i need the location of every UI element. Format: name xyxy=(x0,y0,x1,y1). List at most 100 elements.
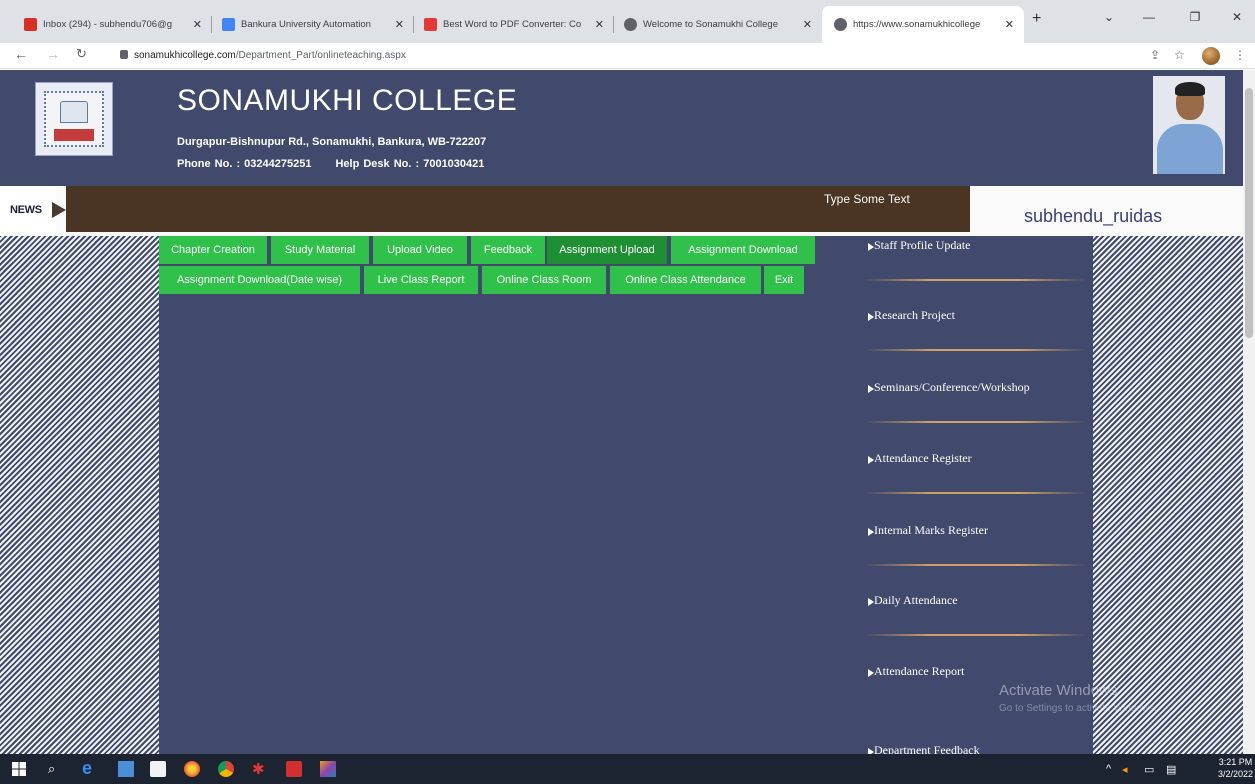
browser-tab-welcome[interactable]: Welcome to Sonamukhi College ✕ xyxy=(614,6,822,43)
tab-title: Best Word to PDF Converter: Co xyxy=(443,19,582,30)
close-tab-icon[interactable]: ✕ xyxy=(193,18,202,31)
news-ticker-text: Type Some Text xyxy=(824,192,910,206)
photo-shirt xyxy=(1157,124,1223,174)
sidebar-divider xyxy=(864,349,1086,351)
sidebar-item-label: Attendance Report xyxy=(874,664,965,678)
sidebar-item-label: Internal Marks Register xyxy=(874,523,988,537)
browser-tab-bankura[interactable]: Bankura University Automation ✕ xyxy=(212,6,414,43)
logo-ribbon xyxy=(54,129,94,141)
edge-icon[interactable]: e xyxy=(82,758,98,778)
right-sidebar: Staff Profile Update Research Project Se… xyxy=(858,236,1093,754)
browser-tab-active[interactable]: https://www.sonamukhicollege ✕ xyxy=(824,6,1024,43)
menu-feedback[interactable]: Feedback xyxy=(471,236,545,264)
sidebar-item-label: Daily Attendance xyxy=(874,593,958,607)
close-tab-icon[interactable]: ✕ xyxy=(1005,18,1014,31)
lock-icon xyxy=(120,50,128,59)
site-favicon-icon xyxy=(834,18,847,31)
menu-assignment-download-date-wise[interactable]: Assignment Download(Date wise) xyxy=(159,266,360,294)
search-icon[interactable]: ⌕ xyxy=(48,761,64,777)
logged-in-username: subhendu_ruidas xyxy=(1024,206,1163,226)
helpdesk-number: Help Desk No. : 7001030421 xyxy=(335,158,485,170)
sidebar-item-staff-profile-update[interactable]: Staff Profile Update xyxy=(858,236,1093,308)
bookmark-star-icon[interactable]: ☆ xyxy=(1174,48,1185,62)
restore-icon[interactable]: ❐ xyxy=(1180,4,1210,30)
sidebar-item-research-project[interactable]: Research Project xyxy=(858,306,1093,378)
back-icon[interactable]: ← xyxy=(14,46,28,62)
menu-exit[interactable]: Exit xyxy=(764,266,804,294)
url-path: /Department_Part/onlineteaching.aspx xyxy=(235,50,406,61)
winrar-icon[interactable] xyxy=(320,761,336,777)
activate-windows-title: Activate Windows xyxy=(999,682,1118,699)
volume-icon[interactable]: ◂ xyxy=(1122,763,1128,776)
sidebar-divider xyxy=(864,421,1086,423)
news-arrow-icon xyxy=(52,202,66,218)
activate-windows-subtitle: Go to Settings to activate Windows. xyxy=(999,703,1157,714)
sidebar-item-department-feedback[interactable]: Department Feedback xyxy=(858,741,1093,754)
book-icon xyxy=(60,101,88,123)
acrobat-icon[interactable] xyxy=(286,761,302,777)
sidebar-item-label: Research Project xyxy=(874,308,955,322)
url-host: sonamukhicollege.com xyxy=(134,50,236,61)
share-icon[interactable]: ⇪ xyxy=(1150,48,1160,62)
scrollbar-thumb[interactable] xyxy=(1245,88,1253,338)
close-tab-icon[interactable]: ✕ xyxy=(395,18,404,31)
virus-app-icon[interactable]: ✱ xyxy=(252,760,268,778)
tray-chevron-icon[interactable]: ^ xyxy=(1106,763,1111,775)
tab-search-icon[interactable]: ⌄ xyxy=(1094,4,1124,30)
sidebar-item-daily-attendance[interactable]: Daily Attendance xyxy=(858,591,1093,663)
profile-avatar[interactable] xyxy=(1202,47,1220,65)
sidebar-item-attendance-register[interactable]: Attendance Register xyxy=(858,449,1093,521)
site-header: SONAMUKHI COLLEGE Durgapur-Bishnupur Rd.… xyxy=(0,70,1243,186)
news-ticker-strip: Type Some Text xyxy=(66,186,970,232)
new-tab-button[interactable]: + xyxy=(1032,10,1041,28)
news-label: NEWS xyxy=(10,204,42,216)
page-scrollbar[interactable] xyxy=(1243,70,1255,754)
network-icon[interactable]: ▭ xyxy=(1144,763,1154,776)
windows-taskbar: ⌕ e ✱ ^ ◂ ▭ ▤ 3:21 PM 3/2/2022 xyxy=(0,754,1255,784)
college-address: Durgapur-Bishnupur Rd., Sonamukhi, Banku… xyxy=(177,136,487,148)
forward-icon[interactable]: → xyxy=(46,46,60,62)
menu-assignment-download[interactable]: Assignment Download xyxy=(671,236,815,264)
menu-upload-video[interactable]: Upload Video xyxy=(373,236,467,264)
sidebar-item-label: Staff Profile Update xyxy=(874,238,971,252)
sidebar-divider xyxy=(864,564,1086,566)
windows-start-icon[interactable] xyxy=(12,762,26,776)
sidebar-divider xyxy=(864,492,1086,494)
close-tab-icon[interactable]: ✕ xyxy=(595,18,604,31)
menu-live-class-report[interactable]: Live Class Report xyxy=(364,266,478,294)
minimize-icon[interactable]: — xyxy=(1134,4,1164,30)
menu-assignment-upload[interactable]: Assignment Upload xyxy=(547,236,667,264)
close-window-icon[interactable]: ✕ xyxy=(1222,4,1252,30)
chrome-icon[interactable] xyxy=(218,761,234,777)
page-viewport: SONAMUKHI COLLEGE Durgapur-Bishnupur Rd.… xyxy=(0,70,1243,754)
task-view-icon[interactable] xyxy=(118,761,134,777)
sidebar-divider xyxy=(864,279,1086,281)
taskbar-clock[interactable]: 3:21 PM 3/2/2022 xyxy=(1218,756,1253,780)
sidebar-item-seminars[interactable]: Seminars/Conference/Workshop xyxy=(858,378,1093,450)
sidebar-divider xyxy=(864,634,1086,636)
address-bar[interactable]: sonamukhicollege.com/Department_Part/onl… xyxy=(108,45,1118,67)
bankura-favicon-icon xyxy=(222,18,235,31)
menu-online-class-room[interactable]: Online Class Room xyxy=(482,266,606,294)
menu-study-material[interactable]: Study Material xyxy=(271,236,369,264)
store-icon[interactable] xyxy=(150,761,166,777)
close-tab-icon[interactable]: ✕ xyxy=(803,18,812,31)
college-name: SONAMUKHI COLLEGE xyxy=(177,84,518,117)
notification-icon[interactable]: ▤ xyxy=(1166,763,1176,776)
sidebar-item-internal-marks-register[interactable]: Internal Marks Register xyxy=(858,521,1093,593)
pdf-favicon-icon xyxy=(424,18,437,31)
reload-icon[interactable]: ↻ xyxy=(76,46,87,62)
contact-line: Phone No. : 03244275251 Help Desk No. : 7… xyxy=(177,158,508,170)
tab-title: Inbox (294) - subhendu706@g xyxy=(43,19,173,30)
user-photo xyxy=(1153,76,1225,174)
globe-icon xyxy=(624,18,637,31)
gmail-icon xyxy=(24,18,37,31)
browser-tab-gmail[interactable]: Inbox (294) - subhendu706@g ✕ xyxy=(14,6,212,43)
browser-tab-pdf[interactable]: Best Word to PDF Converter: Co ✕ xyxy=(414,6,614,43)
menu-chapter-creation[interactable]: Chapter Creation xyxy=(159,236,267,264)
sidebar-item-label: Seminars/Conference/Workshop xyxy=(874,380,1030,394)
college-logo xyxy=(35,82,113,156)
firefox-icon[interactable] xyxy=(184,761,200,777)
kebab-menu-icon[interactable]: ⋮ xyxy=(1234,48,1246,62)
menu-online-class-attendance[interactable]: Online Class Attendance xyxy=(610,266,761,294)
